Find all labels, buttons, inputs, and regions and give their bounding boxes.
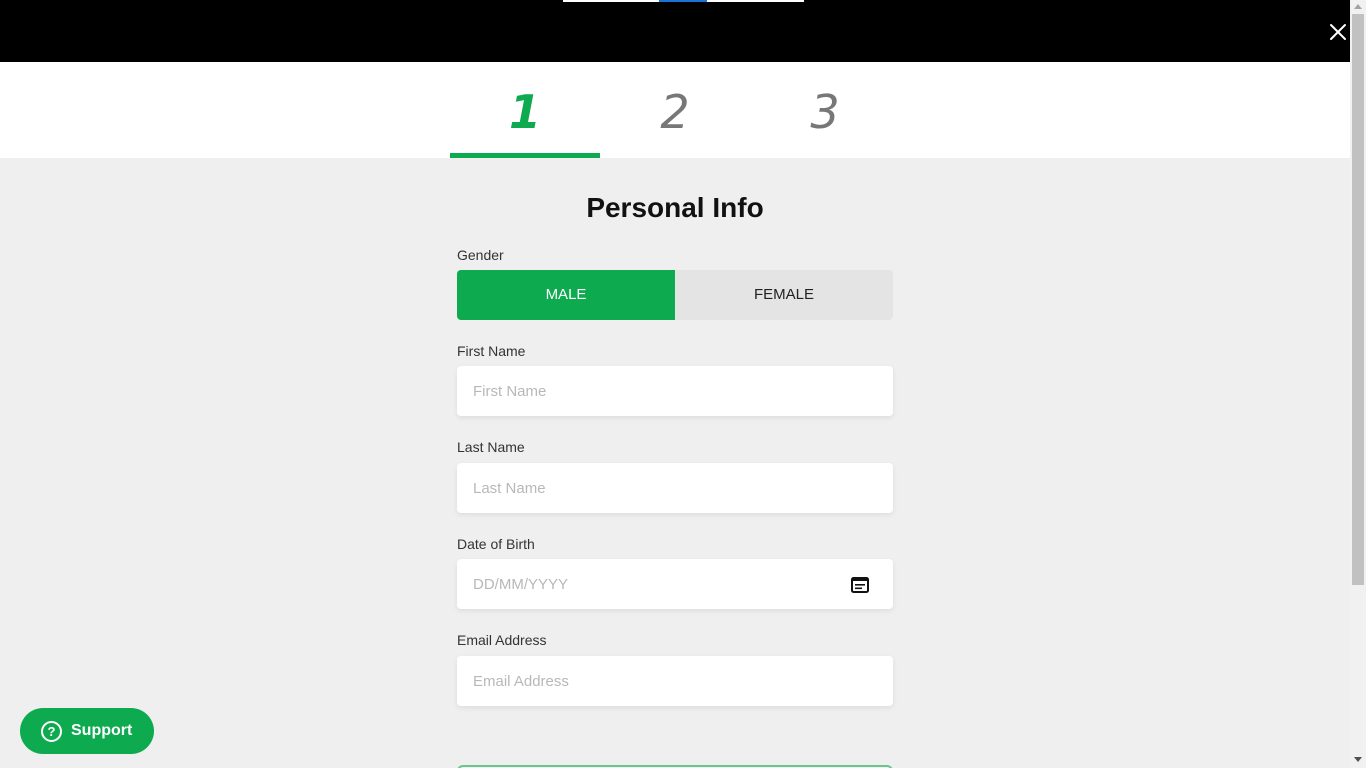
gender-label: Gender xyxy=(457,247,504,263)
gender-male-button[interactable]: MALE xyxy=(457,270,675,320)
help-circle-icon: ? xyxy=(41,720,62,742)
gender-female-button[interactable]: FEMALE xyxy=(675,270,893,320)
first-name-input[interactable] xyxy=(457,366,893,416)
last-name-input[interactable] xyxy=(457,463,893,513)
scrollbar-thumb[interactable] xyxy=(1352,14,1364,585)
calendar-icon[interactable] xyxy=(850,576,870,594)
gender-toggle: MALE FEMALE xyxy=(457,270,893,320)
scroll-up-arrow-icon[interactable] xyxy=(1354,4,1362,9)
support-label: Support xyxy=(71,722,133,739)
last-name-label: Last Name xyxy=(457,439,525,455)
step-2-tab[interactable]: 2 xyxy=(600,62,750,158)
close-icon xyxy=(1330,24,1346,40)
page-scrollbar[interactable] xyxy=(1350,0,1366,768)
date-of-birth-label: Date of Birth xyxy=(457,536,535,552)
top-bar xyxy=(0,0,1350,62)
close-button[interactable] xyxy=(1326,20,1350,44)
support-button[interactable]: ? Support xyxy=(20,708,154,754)
scroll-down-arrow-icon[interactable] xyxy=(1354,757,1362,762)
step-progress: 1 2 3 xyxy=(0,62,1350,158)
step-1-tab[interactable]: 1 xyxy=(450,62,600,158)
email-input[interactable] xyxy=(457,656,893,706)
first-name-label: First Name xyxy=(457,343,526,359)
email-label: Email Address xyxy=(457,632,547,648)
step-3-tab[interactable]: 3 xyxy=(750,62,900,158)
page-title: Personal Info xyxy=(586,192,764,223)
date-of-birth-input[interactable] xyxy=(457,559,893,609)
header-logo-accent xyxy=(659,0,707,2)
